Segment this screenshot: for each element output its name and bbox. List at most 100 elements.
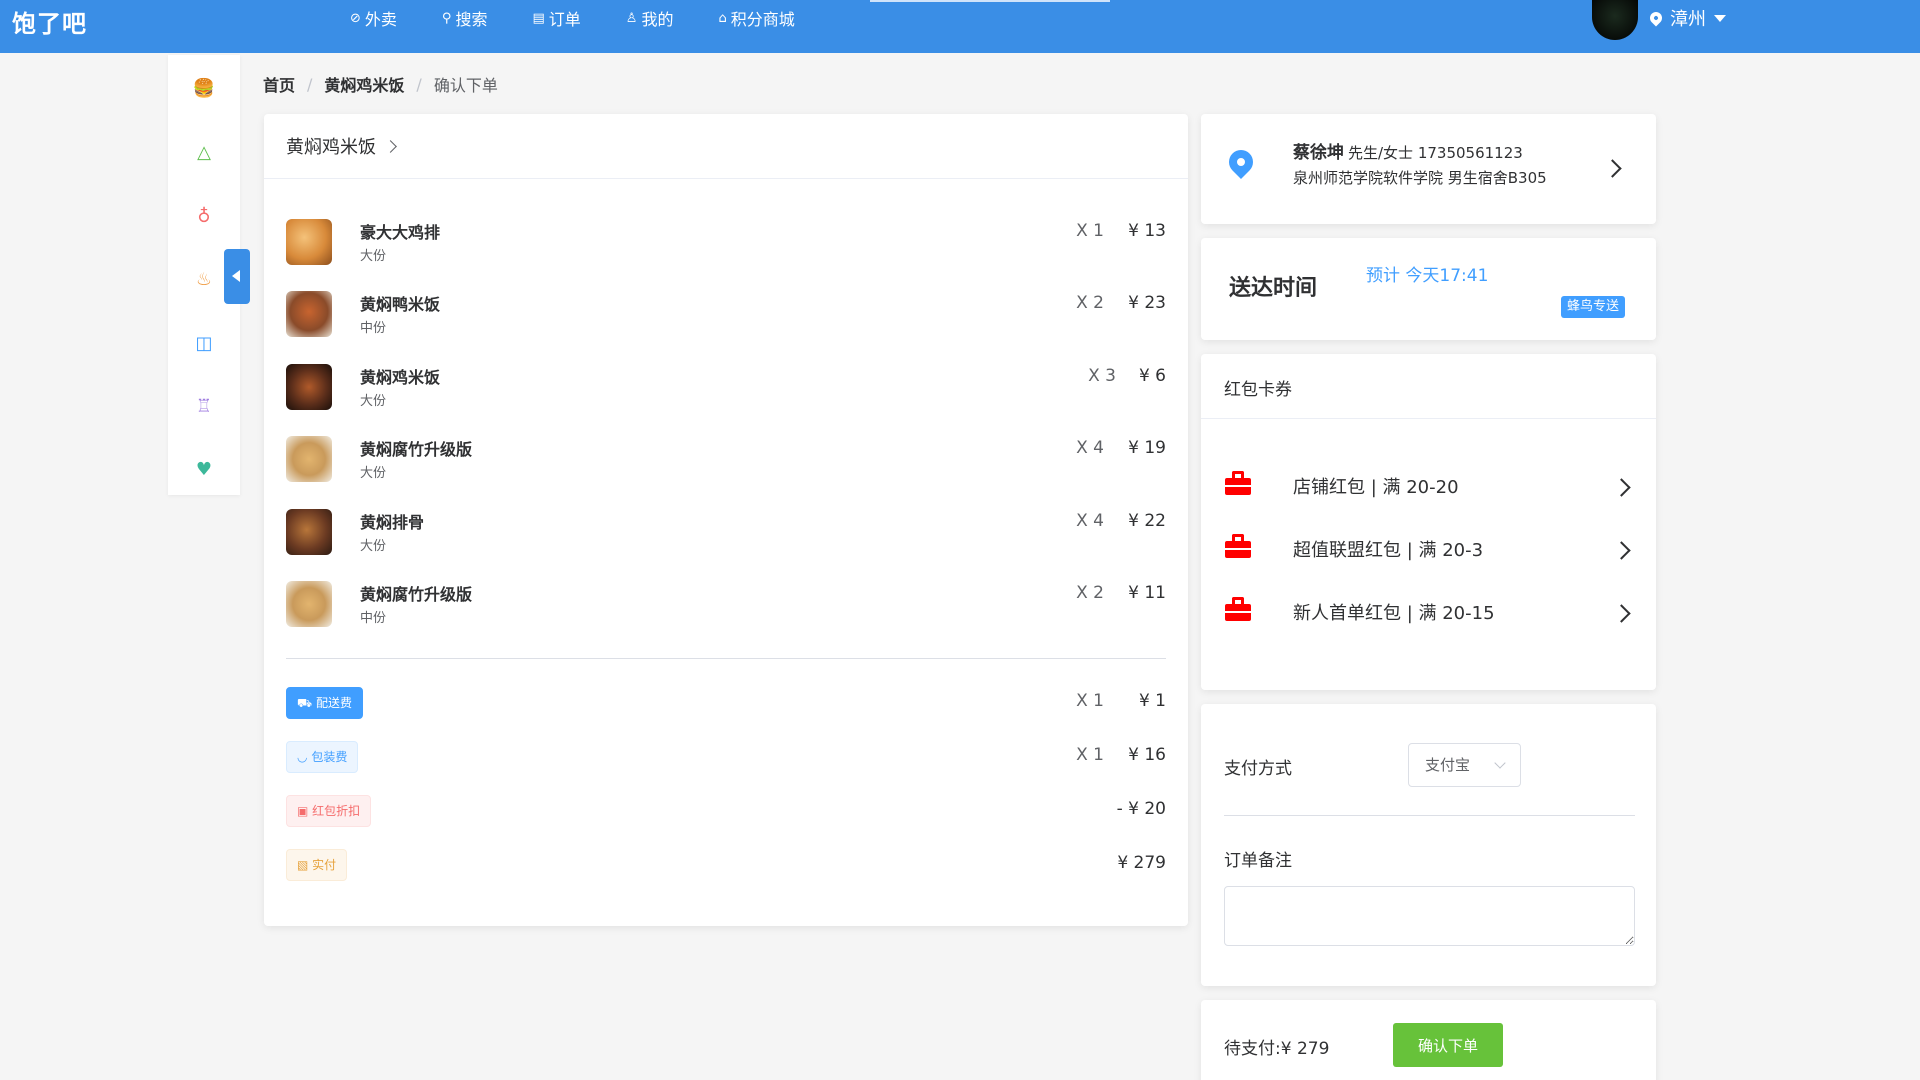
chevron-right-icon xyxy=(1612,604,1631,623)
order-note-label: 订单备注 xyxy=(1224,851,1292,871)
rice-ball-icon[interactable]: △ xyxy=(192,141,216,165)
fee-qty: X 1 xyxy=(1076,691,1104,711)
fee-row-total: ▧ 实付 ¥ 279 xyxy=(286,849,1166,881)
location-selector[interactable]: 漳州 xyxy=(1647,5,1726,31)
app-logo[interactable]: 饱了吧 xyxy=(12,4,87,39)
nav-item-points-mall[interactable]: ⌂ 积分商城 xyxy=(718,0,794,36)
coupon-item[interactable]: 超值联盟红包 | 满 20-3 xyxy=(1225,532,1635,566)
fee-price: - ¥ 20 xyxy=(1116,799,1166,819)
delivery-time-card: 送达时间 预计 今天17:41 蜂鸟专送 xyxy=(1201,238,1656,340)
order-item: 黄焖鸭米饭 中份 X 2 ¥ 23 xyxy=(286,291,1166,339)
packaging-fee-tag: ◡ 包装费 xyxy=(286,741,359,773)
nav-label: 我的 xyxy=(641,10,674,29)
fee-label: 配送费 xyxy=(315,696,352,710)
item-qty: X 3 xyxy=(1088,366,1116,386)
search-icon: ⚲ xyxy=(441,10,452,26)
nav-item-orders[interactable]: ▤ 订单 xyxy=(532,0,580,36)
category-glyph: △ xyxy=(197,142,211,163)
coupon-label: 店铺红包 | 满 20-20 xyxy=(1293,477,1459,498)
caret-down-icon xyxy=(1714,14,1726,22)
nav-item-profile[interactable]: ♙ 我的 xyxy=(626,0,674,36)
category-glyph: 🍔 xyxy=(192,78,216,99)
fee-row-packaging: ◡ 包装费 X 1 ¥ 16 xyxy=(286,741,1166,773)
shop-name: 黄焖鸡米饭 xyxy=(286,137,376,158)
item-qty: X 4 xyxy=(1076,438,1104,458)
breadcrumb-separator: / xyxy=(307,74,313,94)
chef-hat-icon[interactable]: ♨ xyxy=(192,268,216,292)
category-glyph: ♁ xyxy=(197,206,211,227)
sidebar-collapse-button[interactable] xyxy=(224,249,250,304)
chevron-right-icon xyxy=(1612,541,1631,560)
food-image xyxy=(286,509,332,555)
payment-method-select[interactable]: 支付宝 xyxy=(1408,743,1521,787)
coupon-label: 超值联盟红包 | 满 20-3 xyxy=(1293,540,1484,561)
item-price: ¥ 23 xyxy=(1128,293,1166,313)
chevron-right-icon xyxy=(384,140,397,153)
payment-card: 支付方式 支付宝 订单备注 xyxy=(1201,704,1656,986)
main-nav: ⊘ 外卖 ⚲ 搜索 ▤ 订单 ♙ 我的 ⌂ 积分商城 xyxy=(350,0,840,36)
fee-row-discount: ▣ 红包折扣 - ¥ 20 xyxy=(286,795,1166,827)
category-glyph: ♨ xyxy=(195,269,213,290)
category-glyph: ♥ xyxy=(195,459,213,480)
top-navbar: 饱了吧 ⊘ 外卖 ⚲ 搜索 ▤ 订单 ♙ 我的 ⌂ 积分商城 漳州 xyxy=(0,0,1920,53)
food-image xyxy=(286,581,332,627)
food-image xyxy=(286,436,332,482)
nav-label: 搜索 xyxy=(455,10,488,29)
delivery-estimate: 预计 今天17:41 xyxy=(1366,266,1489,286)
nav-label: 外卖 xyxy=(364,10,397,29)
chevron-right-icon xyxy=(1612,478,1631,497)
avatar[interactable] xyxy=(1592,0,1638,40)
fee-qty: X 1 xyxy=(1076,745,1104,765)
coupons-header: 红包卡券 xyxy=(1201,354,1656,419)
food-image xyxy=(286,364,332,410)
item-spec: 大份 xyxy=(360,394,387,409)
item-spec: 大份 xyxy=(360,249,387,264)
amount-due: 待支付:¥ 279 xyxy=(1224,1034,1329,1059)
order-note-input[interactable] xyxy=(1224,886,1635,946)
delivery-time-label: 送达时间 xyxy=(1229,276,1318,301)
item-spec: 大份 xyxy=(360,466,387,481)
nav-label: 积分商城 xyxy=(730,10,795,29)
coupon-item[interactable]: 店铺红包 | 满 20-20 xyxy=(1225,469,1635,503)
item-name: 黄焖腐竹升级版 xyxy=(360,440,473,459)
payment-method-label: 支付方式 xyxy=(1224,759,1292,779)
item-spec: 中份 xyxy=(360,321,387,336)
recipient: 蔡徐坤 先生/女士 17350561123 xyxy=(1293,138,1523,163)
payment-divider xyxy=(1224,815,1635,816)
burger-icon[interactable]: 🍔 xyxy=(192,77,216,101)
fee-label: 红包折扣 xyxy=(312,804,361,818)
nav-item-takeout[interactable]: ⊘ 外卖 xyxy=(350,0,397,36)
cake-icon[interactable]: ♖ xyxy=(192,395,216,419)
chevron-right-icon xyxy=(1603,159,1622,178)
order-item: 黄焖排骨 大份 X 4 ¥ 22 xyxy=(286,509,1166,557)
location-label: 漳州 xyxy=(1670,9,1706,30)
drink-icon[interactable]: ♥ xyxy=(192,458,216,482)
breadcrumb-home[interactable]: 首页 xyxy=(263,72,295,96)
item-name: 黄焖腐竹升级版 xyxy=(360,585,473,604)
coupon-item[interactable]: 新人首单红包 | 满 20-15 xyxy=(1225,595,1635,629)
paid-tag: ▧ 实付 xyxy=(286,849,348,881)
fee-row-delivery: ⛟ 配送费 X 1 ¥ 1 xyxy=(286,687,1166,719)
category-glyph: ♖ xyxy=(195,396,213,417)
item-qty: X 4 xyxy=(1076,511,1104,531)
fee-price: ¥ 1 xyxy=(1138,691,1166,711)
nav-item-search[interactable]: ⚲ 搜索 xyxy=(442,0,488,36)
fee-label: 实付 xyxy=(312,858,337,872)
location-pin-icon xyxy=(1224,145,1258,179)
fruit-icon[interactable]: ♁ xyxy=(192,205,216,229)
breadcrumb-shop[interactable]: 黄焖鸡米饭 xyxy=(324,72,404,96)
checkout-card: 待支付:¥ 279 确认下单 xyxy=(1201,1000,1656,1080)
recipient-name: 蔡徐坤 xyxy=(1293,143,1344,163)
shop-header: 黄焖鸡米饭 xyxy=(264,114,1188,179)
confirm-order-button[interactable]: 确认下单 xyxy=(1393,1023,1503,1067)
address-card[interactable]: 蔡徐坤 先生/女士 17350561123 泉州师范学院软件学院 男生宿舍B305 xyxy=(1201,114,1656,224)
location-pin-icon xyxy=(1647,9,1665,27)
delivery-fee-tag: ⛟ 配送费 xyxy=(286,687,363,719)
item-spec: 大份 xyxy=(360,539,387,554)
category-glyph: ◫ xyxy=(195,333,213,354)
item-qty: X 2 xyxy=(1076,583,1104,603)
order-item: 黄焖鸡米饭 大份 X 3 ¥ 6 xyxy=(286,364,1166,412)
basket-icon[interactable]: ◫ xyxy=(192,332,216,356)
compass-icon: ⊘ xyxy=(350,10,361,26)
shop-link[interactable]: 黄焖鸡米饭 xyxy=(286,133,397,159)
